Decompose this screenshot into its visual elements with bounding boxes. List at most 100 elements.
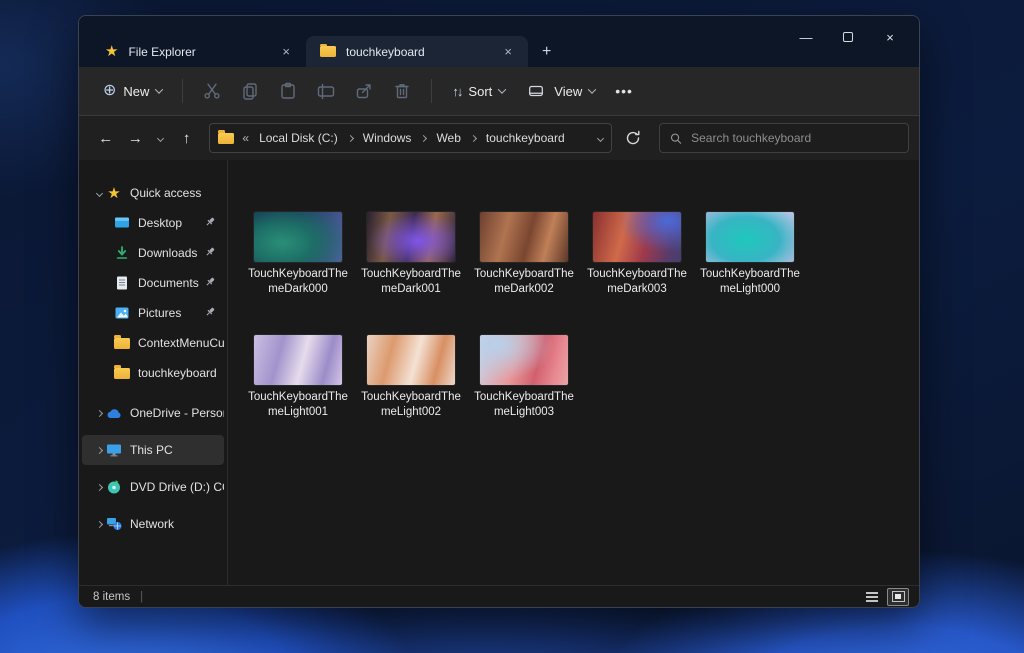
see-more-button[interactable]: •••: [605, 77, 643, 105]
details-view-icon: [866, 592, 878, 602]
title-bar[interactable]: ★ File Explorer × touchkeyboard × + — ×: [79, 16, 919, 67]
file-item[interactable]: TouchKeyboardThemeDark003: [585, 212, 689, 297]
file-thumbnail: [593, 212, 681, 262]
breadcrumb-segment[interactable]: touchkeyboard: [482, 128, 569, 148]
rename-button[interactable]: [307, 75, 345, 107]
file-thumbnail: [367, 335, 455, 385]
downloads-icon: [114, 245, 130, 261]
sidebar-item-dvd-drive[interactable]: DVD Drive (D:) CCCO: [82, 472, 224, 502]
toolbar-divider: [182, 79, 183, 103]
file-thumbnail: [254, 335, 342, 385]
sidebar-item-documents[interactable]: Documents: [82, 268, 224, 298]
sidebar-item-this-pc[interactable]: This PC: [82, 435, 224, 465]
rename-icon: [316, 81, 336, 101]
share-icon: [354, 81, 374, 101]
maximize-button[interactable]: [827, 22, 869, 52]
recent-locations-button[interactable]: [150, 123, 172, 153]
file-item[interactable]: TouchKeyboardThemeLight000: [698, 212, 802, 297]
sidebar-item-label: Documents: [138, 276, 204, 290]
chevron-right-icon[interactable]: [95, 409, 102, 416]
file-thumbnail: [706, 212, 794, 262]
file-name: TouchKeyboardThemeLight001: [246, 390, 350, 420]
pictures-icon: [114, 305, 130, 321]
close-button[interactable]: ×: [869, 22, 911, 52]
chevron-right-icon: [420, 134, 427, 141]
delete-button[interactable]: [383, 75, 421, 107]
view-label: View: [554, 84, 582, 99]
paste-icon: [278, 81, 298, 101]
file-item[interactable]: TouchKeyboardThemeLight003: [472, 335, 576, 420]
back-button[interactable]: ←: [91, 123, 121, 153]
trash-icon: [392, 81, 412, 101]
minimize-button[interactable]: —: [785, 22, 827, 52]
sidebar-item-touchkeyboard[interactable]: touchkeyboard: [82, 358, 224, 388]
sidebar-item-contextmenucust[interactable]: ContextMenuCust: [82, 328, 224, 358]
chevron-right-icon[interactable]: [95, 446, 102, 453]
chevron-right-icon: [347, 134, 354, 141]
file-item[interactable]: TouchKeyboardThemeLight001: [246, 335, 350, 420]
view-button[interactable]: View: [515, 74, 605, 108]
file-item[interactable]: TouchKeyboardThemeDark000: [246, 212, 350, 297]
paste-button[interactable]: [269, 75, 307, 107]
folder-icon: [114, 338, 130, 349]
chevron-down-icon[interactable]: [95, 189, 102, 196]
search-input[interactable]: [691, 131, 898, 145]
forward-button[interactable]: →: [121, 123, 151, 153]
cut-button[interactable]: [193, 75, 231, 107]
new-button[interactable]: ⊕ New: [93, 77, 172, 105]
pin-icon[interactable]: [204, 216, 216, 231]
file-item[interactable]: TouchKeyboardThemeLight002: [359, 335, 463, 420]
copy-button[interactable]: [231, 75, 269, 107]
new-icon: ⊕: [103, 83, 116, 99]
tab-file-explorer[interactable]: ★ File Explorer ×: [91, 36, 306, 67]
sort-button[interactable]: ↑↓ Sort: [442, 78, 515, 105]
breadcrumb-overflow[interactable]: «: [242, 131, 249, 145]
star-icon: ★: [107, 186, 120, 201]
refresh-button[interactable]: [618, 123, 648, 153]
close-tab-icon[interactable]: ×: [276, 42, 296, 61]
file-name: TouchKeyboardThemeLight003: [472, 390, 576, 420]
file-item[interactable]: TouchKeyboardThemeDark002: [472, 212, 576, 297]
sidebar-item-pictures[interactable]: Pictures: [82, 298, 224, 328]
file-name: TouchKeyboardThemeDark002: [472, 267, 576, 297]
sidebar-item-label: Network: [130, 517, 224, 531]
file-name: TouchKeyboardThemeDark003: [585, 267, 689, 297]
sidebar-item-network[interactable]: Network: [82, 509, 224, 539]
address-dropdown-icon[interactable]: [597, 134, 604, 141]
sidebar-item-quick-access[interactable]: ★ Quick access: [82, 178, 224, 208]
maximize-icon: [843, 32, 853, 42]
folder-icon: [114, 368, 130, 379]
status-divider: |: [140, 591, 143, 603]
file-thumbnail: [480, 212, 568, 262]
sidebar-item-downloads[interactable]: Downloads: [82, 238, 224, 268]
tab-touchkeyboard[interactable]: touchkeyboard ×: [306, 36, 528, 67]
sidebar-item-label: Desktop: [138, 216, 204, 230]
new-tab-button[interactable]: +: [528, 43, 563, 67]
share-button[interactable]: [345, 75, 383, 107]
breadcrumb-segment[interactable]: Local Disk (C:): [255, 128, 342, 148]
file-list-pane[interactable]: TouchKeyboardThemeDark000 TouchKeyboardT…: [228, 160, 919, 585]
chevron-right-icon[interactable]: [95, 483, 102, 490]
desktop-wallpaper[interactable]: { "window": { "app": "File Explorer", "c…: [0, 0, 1024, 653]
chevron-right-icon: [470, 134, 477, 141]
close-tab-icon[interactable]: ×: [498, 42, 518, 61]
file-thumbnail: [254, 212, 342, 262]
chevron-down-icon: [157, 134, 164, 141]
pin-icon[interactable]: [204, 246, 216, 261]
pin-icon[interactable]: [204, 276, 216, 291]
status-bar: 8 items |: [79, 585, 919, 607]
address-bar[interactable]: « Local Disk (C:) Windows Web touchkeybo…: [209, 123, 611, 153]
up-button[interactable]: ↑: [172, 123, 202, 153]
chevron-right-icon[interactable]: [95, 520, 102, 527]
star-icon: ★: [105, 44, 118, 59]
sidebar-item-onedrive[interactable]: OneDrive - Personal: [82, 398, 224, 428]
large-icons-view-button[interactable]: [887, 588, 909, 606]
file-explorer-window: ★ File Explorer × touchkeyboard × + — × …: [78, 15, 920, 608]
breadcrumb-segment[interactable]: Windows: [359, 128, 416, 148]
sidebar-item-desktop[interactable]: Desktop: [82, 208, 224, 238]
breadcrumb-segment[interactable]: Web: [432, 128, 464, 148]
details-view-button[interactable]: [861, 588, 883, 606]
navigation-bar: ← → ↑ « Local Disk (C:) Windows Web touc…: [79, 116, 919, 160]
file-item[interactable]: TouchKeyboardThemeDark001: [359, 212, 463, 297]
pin-icon[interactable]: [204, 306, 216, 321]
